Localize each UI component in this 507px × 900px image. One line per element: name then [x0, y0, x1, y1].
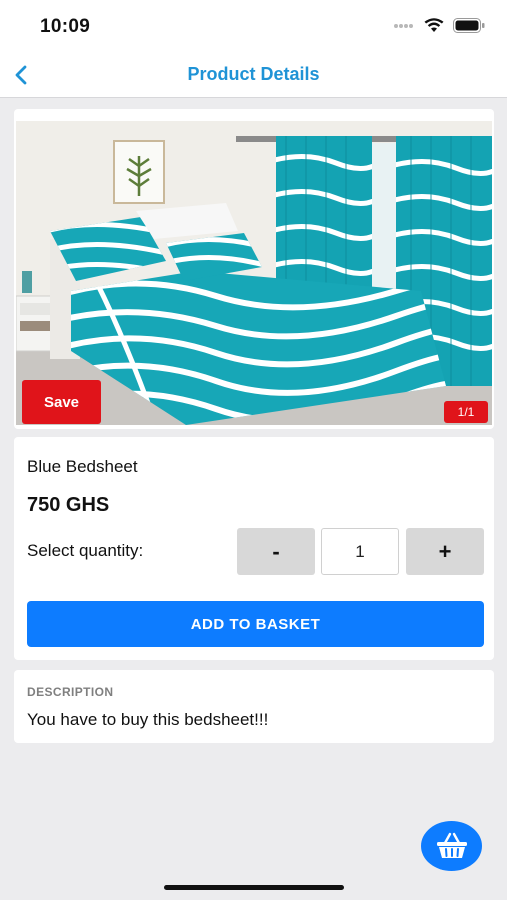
save-button[interactable]: Save [22, 380, 101, 424]
basket-icon [436, 832, 467, 858]
basket-fab-button[interactable] [421, 821, 482, 871]
status-icons [393, 18, 485, 33]
add-to-basket-button[interactable]: ADD TO BASKET [27, 601, 484, 647]
increment-quantity-button[interactable]: + [406, 528, 484, 575]
product-gallery-card: Save 1/1 [14, 109, 494, 429]
page-title: Product Details [187, 64, 320, 84]
battery-icon [453, 18, 485, 33]
product-info-card: Blue Bedsheet 750 GHS Select quantity: -… [14, 437, 494, 660]
product-name: Blue Bedsheet [27, 457, 138, 476]
description-text: You have to buy this bedsheet!!! [27, 710, 269, 729]
product-price: 750 GHS [27, 494, 110, 516]
quantity-field[interactable]: 1 [321, 528, 399, 575]
home-indicator [164, 885, 344, 890]
decrement-quantity-button[interactable]: - [237, 528, 315, 575]
description-card: DESCRIPTION You have to buy this bedshee… [14, 670, 494, 743]
status-bar: 10:09 [0, 0, 507, 52]
image-page-indicator: 1/1 [444, 401, 488, 423]
signal-dots-icon [394, 23, 413, 28]
wifi-icon [424, 18, 444, 32]
status-time: 10:09 [40, 16, 91, 37]
description-heading: DESCRIPTION [27, 685, 114, 699]
navigation-bar: Product Details [0, 52, 507, 98]
quantity-label: Select quantity: [27, 541, 144, 560]
